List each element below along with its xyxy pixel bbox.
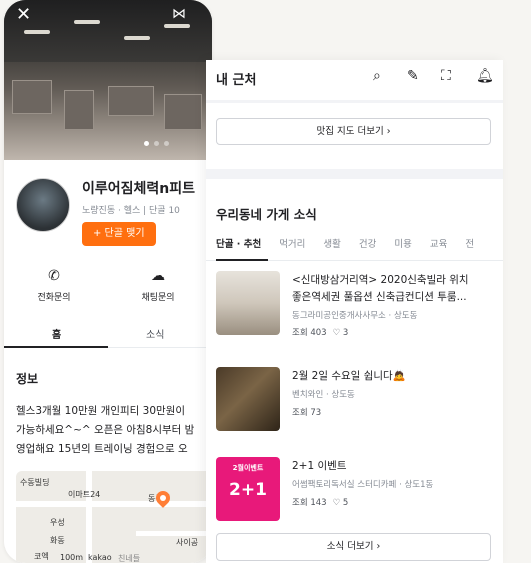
news-thumbnail [216,271,280,335]
photo-lamp [124,36,150,40]
map-road [136,531,212,536]
news-stats: 조회 73 [292,406,321,418]
info-line: 영업해요 15년의 트레이닝 경험으로 오 [16,443,188,455]
section-title: 우리동네 가게 소식 [216,207,317,222]
view-count: 조회 143 [292,498,327,508]
news-source: 벤치와인 · 상도동 [292,390,355,400]
tab-underline [216,259,268,261]
news-thumbnail: 2월이벤트 2+1 [216,457,280,521]
news-title: <신대방삼거리역> 2020신축빌라 위치 좋은역세권 풀옵션 신축급컨디션 투… [292,272,498,306]
bell-icon[interactable]: 🔔︎ [476,68,494,84]
tab-category[interactable]: 전 [465,236,474,250]
map-label: 화동 [50,536,65,545]
avatar [16,178,70,232]
news-title-line: 2월 2일 수요일 쉽니다🙇 [292,370,406,382]
map-label: 친네들 [118,554,141,563]
news-title-line: <신대방삼거리역> 2020신축빌라 위치 [292,274,469,286]
news-thumbnail [216,367,280,431]
chat-icon: ☁ [151,268,165,284]
photo-machine [108,86,154,116]
tab-category[interactable]: 단골 · 추천 [216,236,261,250]
photo-machine [12,80,52,114]
chat-inquiry-button[interactable]: ☁ 채팅문의 [108,268,208,303]
pager-dot [154,141,159,146]
photo-lamp [24,30,50,34]
tab-category[interactable]: 교육 [430,236,447,250]
pager-dot [144,141,149,146]
thumb-caption: 2월이벤트 [232,464,264,472]
map-road [86,471,92,563]
news-title: 2+1 이벤트 [292,458,498,475]
news-more-button[interactable]: 소식 더보기 › [216,533,491,561]
news-title: 2월 2일 수요일 쉽니다🙇 [292,368,498,385]
like-count: ♡ 3 [332,328,349,338]
local-news-section: 우리동네 가게 소식 단골 · 추천 먹거리 생활 건강 미용 교육 전 <신대방삼거리역>… [206,179,503,563]
map-brand: kakao [88,553,112,562]
map-label: 코엑 [34,552,49,561]
news-source: 어썸팩토리독서실 스터디카페 · 상도1동 [292,480,434,490]
news-item[interactable]: <신대방삼거리역> 2020신축빌라 위치 좋은역세권 풀옵션 신축급컨디션 투… [216,271,496,341]
news-source: 동그라미공인중개사사무소 · 상도동 [292,311,418,321]
news-item[interactable]: 2월이벤트 2+1 2+1 이벤트 어썸팩토리독서실 스터디카페 · 상도1동 … [216,457,496,527]
tab-news[interactable]: 소식 [146,326,164,341]
map-scale: 100m [60,553,84,562]
news-stats: 조회 403 ♡ 3 [292,326,348,338]
top-bar: 내 근처 ⌕ ✎ ⛶ 🔔︎ [206,60,503,100]
page-title: 내 근처 [216,73,257,88]
close-icon[interactable]: ✕ [16,6,31,24]
map-section: 맛집 지도 더보기 › [206,103,503,169]
news-item[interactable]: 2월 2일 수요일 쉽니다🙇 벤치와인 · 상도동 조회 73 [216,367,496,437]
photo-machine [64,90,94,130]
category-tabs: 단골 · 추천 먹거리 생활 건강 미용 교육 전 [216,236,492,250]
map-label: 수동빌딩 [20,478,50,487]
gym-info-section: 정보 헬스3개월 10만원 개인피티 30만원이 가능하세요^~^ 오픈은 아침… [4,356,212,563]
news-title-line: 2+1 이벤트 [292,460,347,472]
gym-meta: 노량진동 · 헬스 | 단골 10 [82,206,180,216]
map-road [16,501,212,507]
view-count: 조회 403 [292,328,327,338]
info-title: 정보 [16,372,39,386]
photo-pager [144,141,169,146]
info-body: 헬스3개월 10만원 개인피티 30만원이 가능하세요^~^ 오픈은 아침8시부… [16,402,212,459]
thumb-headline: 2+1 [229,480,267,500]
like-count: ♡ 5 [332,498,349,508]
tab-category[interactable]: 건강 [359,236,376,250]
location-map[interactable]: 수동빌딩 이마트24 동구청 우성 화동 사이공 코엑 100m kakao 친… [16,471,212,563]
gym-profile: 이루어짐체력n피트 노량진동 · 헬스 | 단골 10 + 단골 맺기 ✆ 전화… [4,160,212,350]
restaurant-map-more-button[interactable]: 맛집 지도 더보기 › [216,118,491,145]
phone-icon: ✆ [48,268,60,284]
news-title-line: 좋은역세권 풀옵션 신축급컨디션 투룸... [292,291,467,303]
edit-icon[interactable]: ✎ [407,68,419,84]
news-stats: 조회 143 ♡ 5 [292,496,348,508]
tab-category[interactable]: 생활 [323,236,340,250]
chat-inquiry-label: 채팅문의 [141,293,175,303]
photo-machine [164,94,202,130]
gym-detail-card: ✕ ⋈ 이루어짐체력n피트 노량진동 · 헬스 | 단골 10 + 단골 맺기 … [4,0,212,563]
follow-button[interactable]: + 단골 맺기 [82,222,156,246]
map-label: 사이공 [176,538,199,547]
info-line: 가능하세요^~^ 오픈은 아침8시부터 밤 [16,424,195,436]
tab-underline [4,346,108,348]
scan-icon[interactable]: ⛶ [441,68,451,84]
tab-home[interactable]: 홈 [52,326,61,341]
screen: ✕ ⋈ 이루어짐체력n피트 노량진동 · 헬스 | 단골 10 + 단골 맺기 … [0,0,531,563]
share-icon[interactable]: ⋈ [172,6,186,22]
map-label: 이마트24 [68,490,101,499]
photo-lamp [74,20,100,24]
tab-category[interactable]: 먹거리 [279,236,305,250]
pager-dot [164,141,169,146]
gym-name: 이루어짐체력n피트 [82,181,196,197]
search-icon[interactable]: ⌕ [373,68,381,84]
nearby-screen: 내 근처 ⌕ ✎ ⛶ 🔔︎ 맛집 지도 더보기 › 우리동네 가게 소식 단골 … [206,60,503,563]
phone-inquiry-label: 전화문의 [37,293,71,303]
gym-photo[interactable]: ✕ ⋈ [4,0,212,160]
tab-category[interactable]: 미용 [394,236,411,250]
map-label: 우성 [50,518,65,527]
info-line: 헬스3개월 10만원 개인피티 30만원이 [16,405,185,417]
photo-lamp [164,24,190,28]
phone-inquiry-button[interactable]: ✆ 전화문의 [4,268,104,303]
view-count: 조회 73 [292,408,322,418]
gym-tabs: 홈 소식 [4,316,212,348]
